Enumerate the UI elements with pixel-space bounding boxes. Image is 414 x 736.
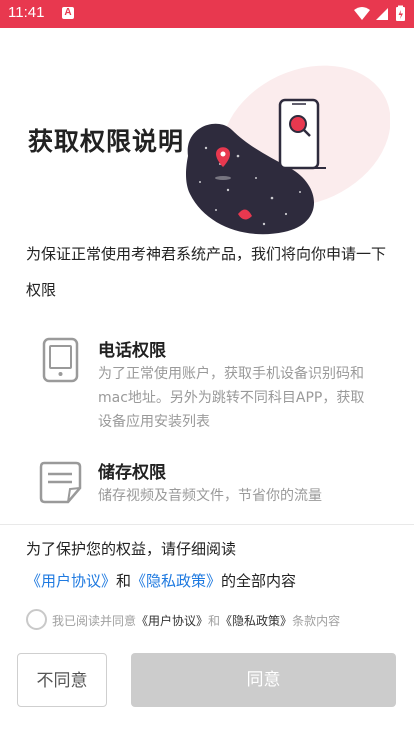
and-text: 和 [116, 572, 132, 590]
permission-title: 电话权限 [98, 341, 166, 361]
page-title: 获取权限说明 [28, 127, 185, 156]
wifi-icon [354, 7, 370, 20]
battery-icon [396, 5, 405, 21]
agree-suffix: 条款内容 [292, 614, 341, 628]
status-time: 11:41 [8, 4, 45, 21]
permission-description: 储存视频及音频文件，节省你的流量 [98, 488, 322, 504]
permission-description: 为了正常使用账户，获取手机设备识别码和mac地址。另外为跳转不同科目APP，获取… [98, 366, 365, 430]
agree-text: 我已阅读并同意《用户协议》和《隐私政策》条款内容 [52, 612, 340, 629]
agree-privacy-policy-link[interactable]: 《隐私政策》 [220, 614, 292, 628]
intro-text: 为保证正常使用考神君系统产品，我们将向你申请一下权限 [26, 245, 387, 299]
agree-radio[interactable] [26, 609, 47, 630]
notice-links: 《用户协议》和《隐私政策》的全部内容 [26, 570, 296, 591]
document-icon [39, 461, 82, 504]
status-icons [354, 5, 405, 21]
notice-suffix: 的全部内容 [221, 572, 297, 590]
tablet-icon [42, 337, 79, 383]
permission-title: 储存权限 [98, 463, 166, 483]
permission-item-storage: 储存权限 储存视频及音频文件，节省你的流量 [36, 458, 376, 514]
app-notification-icon: A [62, 7, 74, 19]
disagree-button[interactable]: 不同意 [17, 653, 107, 707]
agree-user-agreement-link[interactable]: 《用户协议》 [136, 614, 208, 628]
agree-button[interactable]: 同意 [131, 653, 396, 707]
agree-prefix: 我已阅读并同意 [52, 614, 137, 628]
notice-text: 为了保护您的权益，请仔细阅读 [26, 540, 237, 558]
status-bar: 11:41 A [0, 0, 414, 28]
permission-item-phone: 电话权限 为了正常使用账户，获取手机设备识别码和mac地址。另外为跳转不同科目A… [36, 336, 376, 436]
agree-and: 和 [208, 614, 221, 628]
signal-icon [376, 8, 388, 20]
privacy-policy-link[interactable]: 《隐私政策》 [131, 572, 221, 590]
user-agreement-link[interactable]: 《用户协议》 [26, 572, 116, 590]
permission-illustration [186, 65, 390, 235]
divider [0, 524, 414, 525]
